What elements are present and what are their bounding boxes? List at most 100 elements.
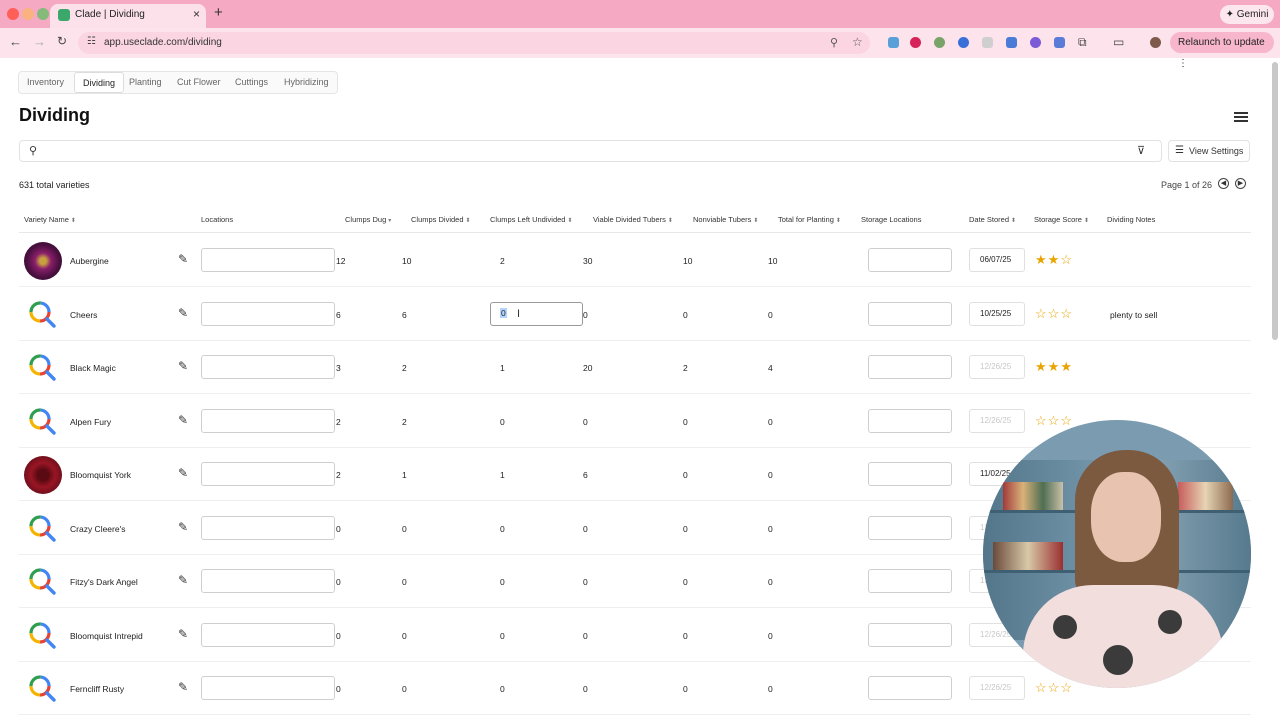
- relaunch-button[interactable]: Relaunch to update ⋮: [1170, 32, 1274, 69]
- site-info-icon[interactable]: ☷: [87, 36, 96, 47]
- cell-dug[interactable]: 0: [336, 684, 341, 694]
- edit-pencil-icon[interactable]: ✎: [178, 252, 188, 266]
- cell-dug[interactable]: 2: [336, 417, 341, 427]
- search-input[interactable]: ⚲ ⊽: [19, 140, 1162, 162]
- cell-left[interactable]: 1: [500, 470, 505, 480]
- tab-planting[interactable]: Planting: [129, 72, 162, 93]
- variety-name[interactable]: Bloomquist York: [70, 470, 131, 480]
- tab-hybridizing[interactable]: Hybridizing: [284, 72, 329, 93]
- star-empty-icon[interactable]: ☆: [1035, 413, 1048, 428]
- extensions-puzzle-icon[interactable]: ⧉: [1078, 35, 1087, 50]
- cell-divided[interactable]: 10: [402, 256, 411, 266]
- storage-score-stars[interactable]: ☆☆☆: [1035, 413, 1073, 429]
- cell-divided[interactable]: 0: [402, 684, 407, 694]
- cell-viable[interactable]: 20: [583, 363, 592, 373]
- star-empty-icon[interactable]: ☆: [1048, 413, 1061, 428]
- minimize-window-button[interactable]: [22, 8, 34, 20]
- edit-pencil-icon[interactable]: ✎: [178, 627, 188, 641]
- gemini-button[interactable]: ✦ Gemini: [1220, 5, 1274, 24]
- star-empty-icon[interactable]: ☆: [1060, 252, 1073, 267]
- cell-total[interactable]: 0: [768, 524, 773, 534]
- cell-viable[interactable]: 0: [583, 631, 588, 641]
- variety-name[interactable]: Black Magic: [70, 363, 116, 373]
- tab-cut-flower[interactable]: Cut Flower: [177, 72, 221, 93]
- new-tab-icon[interactable]: +: [214, 4, 223, 21]
- cell-dug[interactable]: 6: [336, 310, 341, 320]
- cell-total[interactable]: 0: [768, 577, 773, 587]
- zoom-icon[interactable]: ⚲: [830, 36, 838, 49]
- storage-locations-field[interactable]: [868, 462, 952, 486]
- date-stored-field[interactable]: 12/26/25: [969, 355, 1025, 379]
- cell-dug[interactable]: 0: [336, 577, 341, 587]
- col-total[interactable]: Total for Planting ⬍: [778, 215, 841, 224]
- next-page-icon[interactable]: ▶: [1235, 178, 1246, 189]
- reload-icon[interactable]: ↻: [57, 34, 67, 48]
- star-filled-icon[interactable]: ★: [1048, 252, 1061, 267]
- extension-icon[interactable]: [958, 37, 969, 48]
- cell-total[interactable]: 0: [768, 417, 773, 427]
- storage-score-stars[interactable]: ★★☆: [1035, 252, 1073, 268]
- view-settings-button[interactable]: ☰ View Settings: [1168, 140, 1250, 162]
- maximize-window-button[interactable]: [37, 8, 49, 20]
- col-clumps-divided[interactable]: Clumps Divided ⬍: [411, 215, 471, 224]
- cell-divided[interactable]: 6: [402, 310, 407, 320]
- cell-left[interactable]: 0: [500, 417, 505, 427]
- cell-viable[interactable]: 0: [583, 310, 588, 320]
- storage-locations-field[interactable]: [868, 515, 952, 540]
- variety-photo[interactable]: [24, 456, 62, 494]
- star-filled-icon[interactable]: ★: [1035, 252, 1048, 267]
- tab-inventory[interactable]: Inventory: [27, 72, 64, 93]
- cell-nonviable[interactable]: 0: [683, 631, 688, 641]
- locations-field[interactable]: [201, 462, 335, 486]
- variety-photo[interactable]: [24, 242, 62, 280]
- cell-left[interactable]: 2: [500, 256, 505, 266]
- star-filled-icon[interactable]: ★: [1048, 359, 1061, 374]
- locations-field[interactable]: [201, 248, 335, 272]
- cell-divided[interactable]: 0: [402, 524, 407, 534]
- extension-icon[interactable]: [1006, 37, 1017, 48]
- close-window-button[interactable]: [7, 8, 19, 20]
- col-clumps-dug[interactable]: Clumps Dug ▾: [345, 215, 391, 224]
- cell-nonviable[interactable]: 0: [683, 417, 688, 427]
- locations-field[interactable]: [201, 515, 335, 540]
- cell-divided[interactable]: 0: [402, 577, 407, 587]
- cell-total[interactable]: 0: [768, 310, 773, 320]
- col-clumps-left[interactable]: Clumps Left Undivided ⬍: [490, 215, 573, 224]
- clear-filter-icon[interactable]: ⊽: [1137, 144, 1145, 157]
- cell-nonviable[interactable]: 10: [683, 256, 692, 266]
- edit-pencil-icon[interactable]: ✎: [178, 466, 188, 480]
- cell-dug[interactable]: 0: [336, 631, 341, 641]
- variety-name[interactable]: Fitzy's Dark Angel: [70, 577, 138, 587]
- variety-name[interactable]: Aubergine: [70, 256, 109, 266]
- storage-score-stars[interactable]: ★★★: [1035, 359, 1073, 375]
- cell-nonviable[interactable]: 0: [683, 684, 688, 694]
- storage-locations-field[interactable]: [868, 622, 952, 647]
- star-empty-icon[interactable]: ☆: [1035, 306, 1048, 321]
- tab-cuttings[interactable]: Cuttings: [235, 72, 268, 93]
- profile-avatar[interactable]: [1150, 37, 1161, 48]
- cell-divided[interactable]: 2: [402, 417, 407, 427]
- cell-dug[interactable]: 12: [336, 256, 345, 266]
- page-scrollbar[interactable]: [1272, 62, 1278, 340]
- cell-left[interactable]: 1: [500, 363, 505, 373]
- extension-icon[interactable]: [1030, 37, 1041, 48]
- cell-total[interactable]: 4: [768, 363, 773, 373]
- cell-nonviable[interactable]: 0: [683, 524, 688, 534]
- cell-left[interactable]: 0: [500, 524, 505, 534]
- cell-nonviable[interactable]: 2: [683, 363, 688, 373]
- cell-total[interactable]: 0: [768, 684, 773, 694]
- star-filled-icon[interactable]: ★: [1060, 359, 1073, 374]
- cell-nonviable[interactable]: 0: [683, 470, 688, 480]
- locations-field[interactable]: [201, 569, 335, 593]
- bookmark-star-icon[interactable]: ☆: [852, 35, 863, 49]
- star-empty-icon[interactable]: ☆: [1060, 306, 1073, 321]
- extension-icon[interactable]: [934, 37, 945, 48]
- locations-field[interactable]: [201, 408, 335, 433]
- storage-locations-field[interactable]: [868, 676, 952, 700]
- cell-viable[interactable]: 0: [583, 684, 588, 694]
- edit-pencil-icon[interactable]: ✎: [178, 573, 188, 587]
- date-stored-field[interactable]: 12/26/25: [969, 408, 1025, 433]
- star-empty-icon[interactable]: ☆: [1048, 306, 1061, 321]
- date-stored-field[interactable]: 12/26/25: [969, 676, 1025, 700]
- pinterest-icon[interactable]: [910, 37, 921, 48]
